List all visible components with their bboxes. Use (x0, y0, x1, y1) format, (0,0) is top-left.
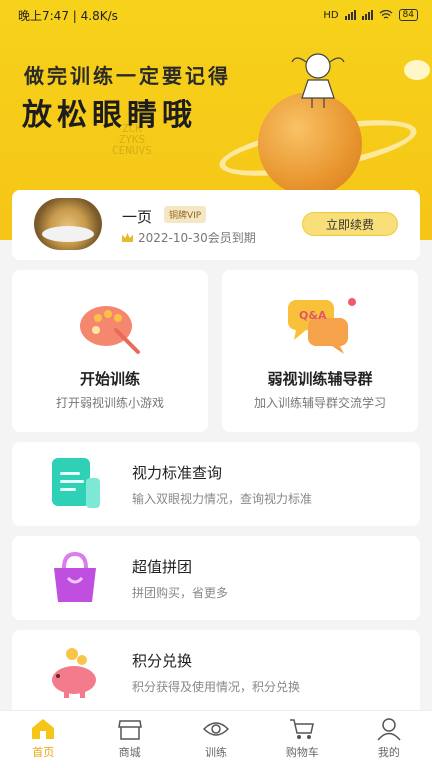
group-buy-title: 超值拼团 (132, 558, 193, 576)
tab-training[interactable]: 训练 (173, 711, 259, 768)
home-icon (32, 719, 55, 739)
group-buy-subtitle: 拼团购买，省更多 (132, 586, 229, 600)
training-group-title: 弱视训练辅导群 (267, 370, 373, 388)
start-training-subtitle: 打开弱视训练小游戏 (55, 396, 164, 410)
wifi-icon (379, 10, 392, 19)
network-type: HD (323, 9, 339, 21)
shopping-bag-icon (54, 551, 96, 602)
bottom-tab-bar: 首页 商城 训练 购物车 我的 (0, 710, 432, 768)
tab-training-label: 训练 (205, 746, 228, 759)
crown-icon (122, 233, 133, 242)
hero-reminder-text: 做完训练一定要记得 (24, 64, 231, 88)
status-indicators: HD 84 (323, 9, 418, 21)
tab-cart[interactable]: 购物车 (259, 711, 345, 768)
signal-icon (361, 10, 373, 20)
expiry-text: 2022-10-30会员到期 (138, 231, 256, 245)
piggy-bank-icon (52, 648, 96, 698)
training-group-card[interactable]: Q&A 弱视训练辅导群 加入训练辅导群交流学习 (222, 270, 418, 432)
signal-icon (344, 10, 356, 20)
vision-standard-row[interactable]: 视力标准查询 输入双眼视力情况，查询视力标准 (12, 442, 420, 526)
points-exchange-row[interactable]: 积分兑换 积分获得及使用情况，积分兑换 (12, 630, 420, 714)
points-exchange-subtitle: 积分获得及使用情况，积分兑换 (132, 680, 301, 694)
renew-button[interactable]: 立即续费 (302, 212, 398, 236)
group-buy-row[interactable]: 超值拼团 拼团购买，省更多 (12, 536, 420, 620)
user-icon (377, 718, 401, 741)
battery-icon: 84 (398, 9, 418, 21)
vip-badge: 铜牌VIP (164, 206, 207, 223)
status-time: 晚上7:47 | 4.8K/s (18, 8, 118, 23)
user-name: 一页 (122, 208, 153, 226)
girl-illustration (291, 53, 345, 108)
vision-standard-title: 视力标准查询 (132, 464, 223, 482)
tab-profile[interactable]: 我的 (346, 711, 432, 768)
hero-headline: 放松眼睛哦 (22, 98, 197, 133)
tab-home-label: 首页 (32, 746, 55, 759)
tab-profile-label: 我的 (377, 746, 400, 759)
tab-store-label: 商城 (118, 746, 141, 759)
avatar[interactable] (34, 198, 102, 250)
member-card[interactable]: 一页 铜牌VIP 2022-10-30会员到期 立即续费 (12, 190, 420, 260)
eye-icon (203, 722, 230, 736)
cart-icon (290, 719, 315, 739)
tab-store[interactable]: 商城 (86, 711, 172, 768)
start-training-title: 开始训练 (79, 370, 140, 388)
store-icon (117, 720, 142, 740)
tab-home[interactable]: 首页 (0, 711, 86, 768)
chat-bubbles-icon: Q&A (288, 298, 356, 354)
training-group-subtitle: 加入训练辅导群交流学习 (253, 396, 386, 410)
membership-expiry: 2022-10-30会员到期 (122, 229, 256, 246)
palette-icon (80, 306, 140, 354)
points-exchange-title: 积分兑换 (132, 652, 193, 670)
tab-cart-label: 购物车 (285, 746, 319, 759)
start-training-card[interactable]: 开始训练 打开弱视训练小游戏 (12, 270, 208, 432)
moon-icon (404, 60, 430, 80)
vision-standard-subtitle: 输入双眼视力情况，查询视力标准 (132, 492, 313, 506)
document-icon (52, 458, 100, 508)
eye-chart-row: CENUVS (112, 144, 152, 157)
status-bar: 晚上7:47 | 4.8K/s HD 84 (0, 0, 432, 30)
qa-text: Q&A (299, 309, 327, 322)
